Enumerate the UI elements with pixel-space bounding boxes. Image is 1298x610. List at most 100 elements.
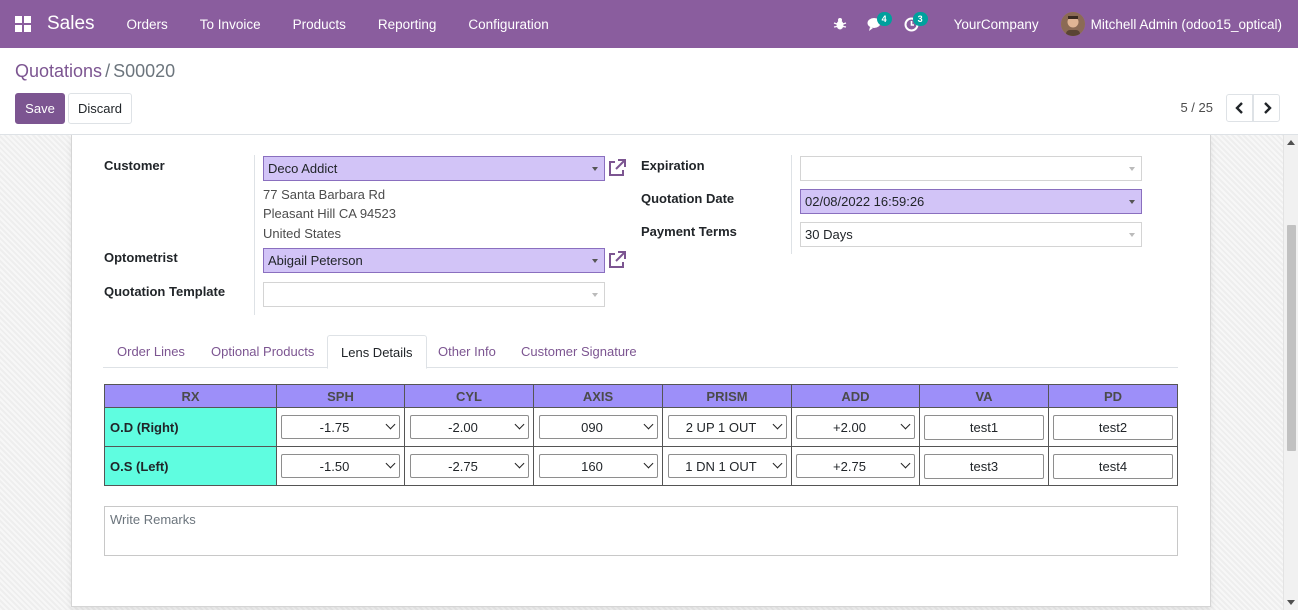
chevron-down-icon (643, 458, 653, 469)
pd-right-input[interactable]: test2 (1053, 414, 1173, 440)
cell-cyl-left: -2.75 (404, 446, 534, 486)
remarks-textarea[interactable]: Write Remarks (104, 506, 1178, 556)
payment-terms-caret-icon[interactable] (1129, 233, 1135, 237)
user-name: Mitchell Admin (odoo15_optical) (1090, 16, 1282, 32)
optometrist-dropdown-caret-icon[interactable] (592, 259, 598, 263)
header-add: ADD (791, 384, 920, 408)
tab-lens-details[interactable]: Lens Details (327, 335, 427, 369)
tab-order-lines[interactable]: Order Lines (104, 335, 198, 368)
menu-reporting[interactable]: Reporting (362, 0, 453, 48)
cell-axis-right: 090 (533, 407, 663, 447)
sph-right-select[interactable]: -1.75 (281, 415, 400, 439)
cell-cyl-right: -2.00 (404, 407, 534, 447)
customer-field[interactable]: Deco Addict (263, 156, 605, 181)
customer-external-link-icon[interactable] (607, 158, 627, 178)
save-button[interactable]: Save (15, 93, 65, 124)
chevron-left-icon (1234, 102, 1243, 114)
va-left-input[interactable]: test3 (924, 453, 1044, 479)
breadcrumb-current: S00020 (113, 61, 176, 81)
quotation-date-label: Quotation Date (641, 191, 735, 206)
breadcrumb-quotations[interactable]: Quotations (15, 61, 102, 81)
tab-customer-signature[interactable]: Customer Signature (508, 335, 650, 368)
pager-previous-button[interactable] (1226, 94, 1253, 122)
optometrist-value: Abigail Peterson (268, 253, 363, 268)
menu-configuration[interactable]: Configuration (452, 0, 564, 48)
activities-clock-icon[interactable]: 3 (894, 0, 930, 48)
payment-terms-label: Payment Terms (641, 224, 737, 239)
apps-menu-icon[interactable] (0, 0, 46, 48)
vertical-scrollbar[interactable] (1283, 135, 1298, 610)
expiration-field[interactable] (800, 156, 1142, 181)
cell-axis-left: 160 (533, 446, 663, 486)
scroll-thumb[interactable] (1287, 225, 1296, 451)
expiration-caret-icon[interactable] (1129, 167, 1135, 171)
rx-right-label: O.D (Right) (104, 407, 277, 447)
header-pd: PD (1048, 384, 1178, 408)
optometrist-field[interactable]: Abigail Peterson (263, 248, 605, 273)
cell-pd-left: test4 (1048, 446, 1178, 486)
chevron-down-icon (772, 419, 782, 430)
axis-right-select[interactable]: 090 (538, 415, 658, 439)
add-right-select[interactable]: +2.00 (796, 415, 915, 439)
expiration-label: Expiration (641, 158, 705, 173)
messages-icon[interactable]: 4 (858, 0, 894, 48)
address-line-3: United States (263, 226, 342, 241)
pager-value[interactable]: 5 / 25 (1180, 100, 1213, 115)
breadcrumb: Quotations / S00020 (15, 61, 175, 82)
header-va: VA (919, 384, 1049, 408)
pd-left-input[interactable]: test4 (1053, 453, 1173, 479)
cell-sph-left: -1.50 (276, 446, 405, 486)
scroll-down-arrow-icon[interactable] (1287, 600, 1295, 605)
discard-button[interactable]: Discard (68, 93, 132, 124)
company-switcher[interactable]: YourCompany (930, 17, 1061, 32)
chevron-down-icon (900, 419, 911, 430)
pager-next-button[interactable] (1253, 94, 1280, 122)
axis-left-value: 160 (581, 458, 603, 474)
user-menu[interactable]: Mitchell Admin (odoo15_optical) (1060, 12, 1298, 36)
cell-va-right: test1 (919, 407, 1049, 447)
scroll-up-arrow-icon[interactable] (1287, 140, 1295, 145)
quotation-date-field[interactable]: 02/08/2022 16:59:26 (800, 189, 1142, 214)
tab-optional-products[interactable]: Optional Products (198, 335, 327, 368)
address-line-1: 77 Santa Barbara Rd (263, 187, 386, 202)
customer-dropdown-caret-icon[interactable] (592, 167, 598, 171)
add-right-value: +2.00 (833, 419, 866, 435)
cell-add-left: +2.75 (791, 446, 920, 486)
menu-to-invoice[interactable]: To Invoice (184, 0, 277, 48)
right-group-divider (791, 155, 792, 254)
sph-left-value: -1.50 (319, 458, 350, 474)
axis-left-select[interactable]: 160 (538, 454, 658, 478)
prism-left-value: 1 DN 1 OUT (685, 458, 757, 474)
quotation-template-field[interactable] (263, 282, 605, 307)
template-dropdown-caret-icon[interactable] (592, 293, 598, 297)
prism-right-select[interactable]: 2 UP 1 OUT (667, 415, 787, 439)
optometrist-external-link-icon[interactable] (607, 250, 627, 270)
tab-other-info[interactable]: Other Info (425, 335, 509, 368)
sph-left-select[interactable]: -1.50 (281, 454, 400, 478)
left-group-divider (254, 155, 255, 315)
menu-products[interactable]: Products (277, 0, 362, 48)
table-row: O.D (Right) -1.75 -2.00 090 2 UP 1 OUT +… (104, 407, 1178, 447)
debug-bug-icon[interactable] (822, 0, 858, 48)
cyl-left-select[interactable]: -2.75 (409, 454, 529, 478)
payment-terms-field[interactable]: 30 Days (800, 222, 1142, 247)
cyl-right-select[interactable]: -2.00 (409, 415, 529, 439)
chevron-down-icon (900, 458, 911, 469)
quotation-date-value: 02/08/2022 16:59:26 (805, 194, 925, 209)
messages-badge: 4 (876, 12, 892, 26)
cell-va-left: test3 (919, 446, 1049, 486)
header-prism: PRISM (662, 384, 792, 408)
add-left-select[interactable]: +2.75 (796, 454, 915, 478)
chevron-down-icon (514, 458, 524, 469)
cell-prism-right: 2 UP 1 OUT (662, 407, 792, 447)
cell-prism-left: 1 DN 1 OUT (662, 446, 792, 486)
prism-left-select[interactable]: 1 DN 1 OUT (667, 454, 787, 478)
cell-pd-right: test2 (1048, 407, 1178, 447)
control-panel: Quotations / S00020 Save Discard 5 / 25 (0, 48, 1298, 135)
app-name[interactable]: Sales (47, 13, 95, 35)
customer-label: Customer (104, 158, 165, 173)
quotation-date-caret-icon[interactable] (1129, 200, 1135, 204)
va-right-input[interactable]: test1 (924, 414, 1044, 440)
menu-orders[interactable]: Orders (111, 0, 184, 48)
header-rx: RX (104, 384, 277, 408)
